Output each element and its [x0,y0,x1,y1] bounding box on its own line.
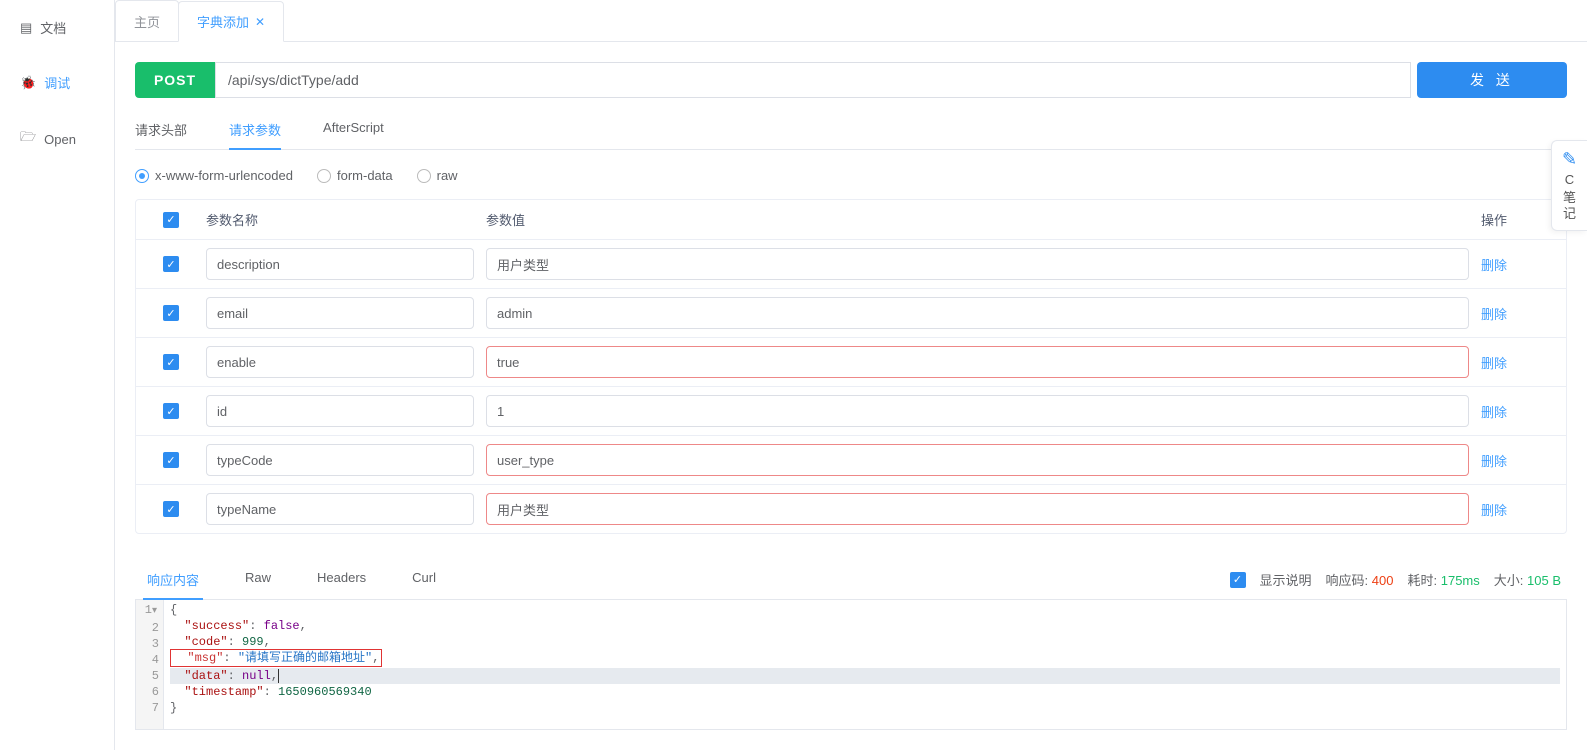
bug-icon: 🐞 [20,75,36,91]
doc-icon: ▤ [20,20,32,36]
param-value-input[interactable] [486,444,1469,476]
note-icon: ✎ [1556,149,1583,170]
request-url-input[interactable] [215,62,1411,98]
http-method[interactable]: POST [135,62,215,98]
param-name-input[interactable] [206,395,474,427]
json-msg: 请填写正确的邮箱地址 [245,651,365,665]
tab-dict-add[interactable]: 字典添加 ✕ [178,1,284,42]
tab-home-label: 主页 [134,12,160,31]
param-value-input[interactable] [486,297,1469,329]
sidebar-item-debug[interactable]: 🐞 调试 [0,55,114,110]
code-label: 响应码: [1326,573,1369,588]
radio-icon [135,169,149,183]
sidebar-label-debug: 调试 [44,73,70,92]
radio-label-raw: raw [437,168,458,183]
send-button[interactable]: 发 送 [1417,62,1567,98]
note-c: C [1556,172,1583,188]
json-timestamp: 1650960569340 [278,685,372,699]
delete-link[interactable]: 删除 [1481,454,1507,469]
delete-link[interactable]: 删除 [1481,356,1507,371]
table-row: ✓ 删除 [136,289,1566,338]
response-body-viewer: 1▾234567 { "success": false, "code": 999… [135,600,1567,730]
radio-raw[interactable]: raw [417,168,458,183]
code-body[interactable]: { "success": false, "code": 999, "msg": … [164,600,1566,729]
json-success: false [264,619,300,633]
param-name-input[interactable] [206,346,474,378]
resp-tab-curl[interactable]: Curl [412,560,436,599]
tab-request-params[interactable]: 请求参数 [229,110,281,149]
row-checkbox[interactable]: ✓ [163,403,179,419]
param-name-input[interactable] [206,297,474,329]
close-icon[interactable]: ✕ [255,15,265,29]
param-name-input[interactable] [206,444,474,476]
delete-link[interactable]: 删除 [1481,307,1507,322]
sidebar-item-open[interactable]: 🗁 Open [0,110,114,168]
table-row: ✓ 删除 [136,387,1566,436]
row-checkbox[interactable]: ✓ [163,452,179,468]
tab-request-header[interactable]: 请求头部 [135,110,187,149]
radio-form-data[interactable]: form-data [317,168,393,183]
row-checkbox[interactable]: ✓ [163,256,179,272]
line-gutter: 1▾234567 [136,600,164,729]
response-code: 400 [1372,573,1394,588]
param-value-input[interactable] [486,346,1469,378]
radio-label-urlenc: x-www-form-urlencoded [155,168,293,183]
radio-label-formdata: form-data [337,168,393,183]
resp-tab-headers[interactable]: Headers [317,560,366,599]
tab-home[interactable]: 主页 [115,0,179,41]
delete-link[interactable]: 删除 [1481,405,1507,420]
param-name-input[interactable] [206,493,474,525]
show-desc-label: 显示说明 [1260,570,1312,589]
tab-dict-label: 字典添加 [197,12,249,31]
row-checkbox[interactable]: ✓ [163,501,179,517]
note-text: 笔 记 [1556,190,1583,222]
open-icon: 🗁 [20,128,36,150]
resp-tab-body[interactable]: 响应内容 [147,560,199,599]
time-label: 耗时: [1407,573,1437,588]
resp-tab-raw[interactable]: Raw [245,560,271,599]
param-value-input[interactable] [486,493,1469,525]
top-tabs: 主页 字典添加 ✕ [115,0,1587,42]
radio-icon [417,169,431,183]
col-header-name: 参数名称 [206,210,486,229]
table-row: ✓ 删除 [136,240,1566,289]
json-data: null [242,669,271,683]
param-value-input[interactable] [486,395,1469,427]
row-checkbox[interactable]: ✓ [163,354,179,370]
table-row: ✓ 删除 [136,338,1566,387]
request-bar: POST 发 送 [135,62,1567,98]
table-row: ✓ 删除 [136,436,1566,485]
floating-note[interactable]: ✎ C 笔 记 [1551,140,1587,231]
row-checkbox[interactable]: ✓ [163,305,179,321]
delete-link[interactable]: 删除 [1481,258,1507,273]
params-table: ✓ 参数名称 参数值 操作 ✓删除✓删除✓删除✓删除✓删除✓删除 [135,199,1567,534]
table-row: ✓ 删除 [136,485,1566,533]
sidebar-label-open: Open [44,132,76,147]
checkbox-all[interactable]: ✓ [163,212,179,228]
json-code: 999 [242,635,264,649]
show-desc-checkbox[interactable]: ✓ [1230,572,1246,588]
tab-afterscript[interactable]: AfterScript [323,110,384,149]
param-name-input[interactable] [206,248,474,280]
col-header-value: 参数值 [486,210,1481,229]
sidebar-label-docs: 文档 [40,18,66,37]
sidebar: ▤ 文档 🐞 调试 🗁 Open [0,0,115,750]
param-value-input[interactable] [486,248,1469,280]
delete-link[interactable]: 删除 [1481,503,1507,518]
sidebar-item-docs[interactable]: ▤ 文档 [0,0,114,55]
radio-icon [317,169,331,183]
response-time: 175ms [1441,573,1480,588]
radio-urlencoded[interactable]: x-www-form-urlencoded [135,168,293,183]
size-label: 大小: [1494,573,1524,588]
response-size: 105 B [1527,573,1561,588]
